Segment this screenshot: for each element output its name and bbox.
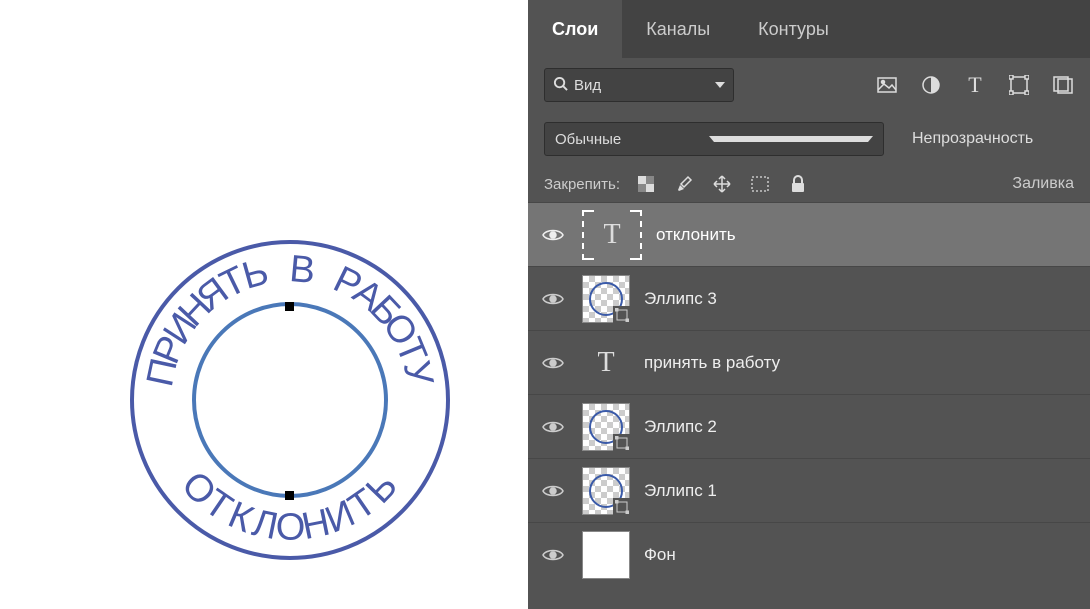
filter-pixel-icon[interactable]	[876, 74, 898, 96]
layer-thumb-shape	[582, 467, 630, 515]
tab-paths[interactable]: Контуры	[734, 0, 853, 58]
shape-badge-icon	[613, 306, 631, 324]
filter-shape-icon[interactable]	[1008, 74, 1030, 96]
layer-thumb-shape	[582, 403, 630, 451]
stamp-bottom-text: ОТКЛОНИТЬ	[130, 240, 450, 560]
layer-filter-select[interactable]: Вид	[544, 68, 734, 102]
tab-channels[interactable]: Каналы	[622, 0, 734, 58]
layer-thumb-shape	[582, 275, 630, 323]
filter-label: Вид	[574, 77, 709, 94]
tab-layers[interactable]: Слои	[528, 0, 622, 58]
chevron-down-icon	[709, 136, 873, 142]
lock-pixels-icon[interactable]	[636, 174, 656, 194]
opacity-label[interactable]: Непрозрачность	[912, 130, 1033, 148]
layer-thumb-text-icon: T	[582, 347, 630, 379]
panel-tabs: Слои Каналы Контуры	[528, 0, 1090, 58]
layer-name[interactable]: отклонить	[656, 225, 736, 245]
lock-label: Закрепить:	[544, 176, 620, 193]
stamp-artwork: ПРИНЯТЬ В РАБОТУ ОТКЛОНИТЬ	[130, 240, 450, 560]
layer-row[interactable]: T отклонить	[528, 202, 1090, 266]
layer-name[interactable]: принять в работу	[644, 353, 780, 373]
filter-adjust-icon[interactable]	[920, 74, 942, 96]
layer-name[interactable]: Эллипс 1	[644, 481, 717, 501]
layer-name[interactable]: Эллипс 3	[644, 289, 717, 309]
layer-list: T отклонить Эллипс 3 T принять в работу …	[528, 202, 1090, 586]
lock-brush-icon[interactable]	[674, 174, 694, 194]
shape-badge-icon	[613, 434, 631, 452]
visibility-toggle[interactable]	[538, 227, 568, 243]
lock-position-icon[interactable]	[712, 174, 732, 194]
lock-all-icon[interactable]	[788, 174, 808, 194]
visibility-toggle[interactable]	[538, 291, 568, 307]
layer-name[interactable]: Эллипс 2	[644, 417, 717, 437]
layer-row[interactable]: Эллипс 3	[528, 266, 1090, 330]
canvas[interactable]: ПРИНЯТЬ В РАБОТУ ОТКЛОНИТЬ	[0, 0, 528, 609]
visibility-toggle[interactable]	[538, 483, 568, 499]
visibility-toggle[interactable]	[538, 419, 568, 435]
visibility-toggle[interactable]	[538, 547, 568, 563]
filter-smart-icon[interactable]	[1052, 74, 1074, 96]
blend-mode-value: Обычные	[555, 131, 709, 148]
chevron-down-icon	[715, 82, 725, 88]
layer-row[interactable]: Фон	[528, 522, 1090, 586]
search-icon	[553, 76, 568, 95]
layer-thumb-bg	[582, 531, 630, 579]
shape-badge-icon	[613, 498, 631, 516]
layer-name[interactable]: Фон	[644, 545, 676, 565]
filter-type-icon[interactable]: T	[964, 74, 986, 96]
lock-artboard-icon[interactable]	[750, 174, 770, 194]
layers-panel: Слои Каналы Контуры Вид T Обычные Непроз…	[528, 0, 1090, 609]
fill-label[interactable]: Заливка	[1012, 175, 1074, 193]
blend-mode-select[interactable]: Обычные	[544, 122, 884, 156]
layer-row[interactable]: Эллипс 2	[528, 394, 1090, 458]
layer-thumb-text-icon: T	[582, 211, 642, 259]
visibility-toggle[interactable]	[538, 355, 568, 371]
layer-row[interactable]: T принять в работу	[528, 330, 1090, 394]
layer-row[interactable]: Эллипс 1	[528, 458, 1090, 522]
